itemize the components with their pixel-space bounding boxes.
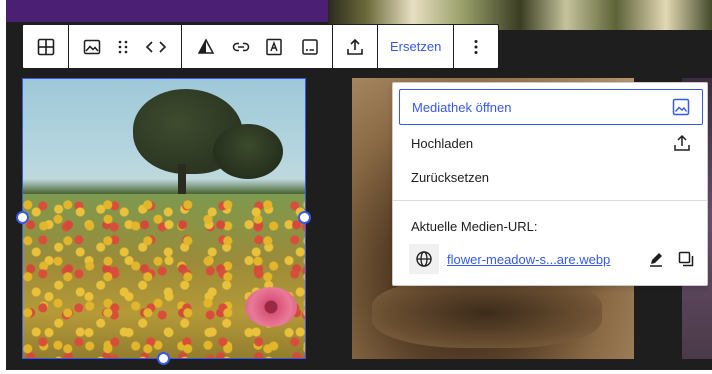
block-toolbar: Ersetzen	[22, 24, 500, 69]
menu-item-reset[interactable]: Zurücksetzen	[399, 159, 703, 195]
upload-icon	[673, 134, 691, 152]
toolbar-group-ersetzen: Ersetzen	[378, 25, 455, 68]
text-overlay-button[interactable]	[256, 25, 292, 68]
image-pink-flower	[245, 287, 297, 327]
gallery-parent-button[interactable]	[23, 25, 68, 68]
media-library-icon	[672, 98, 690, 116]
more-vertical-icon	[466, 37, 486, 57]
edit-url-button[interactable]	[647, 250, 665, 268]
copy-icon	[677, 250, 695, 268]
selected-image-flower-meadow[interactable]	[22, 78, 306, 359]
toolbar-group-replace	[333, 25, 378, 68]
menu-item-label: Mediathek öffnen	[412, 99, 512, 115]
upload-toolbar-button[interactable]	[333, 25, 377, 68]
resize-handle-right[interactable]	[298, 211, 311, 224]
more-options-button[interactable]	[454, 25, 498, 68]
resize-handle-bottom[interactable]	[157, 352, 170, 365]
duotone-icon	[196, 37, 216, 57]
gallery-grid-icon	[36, 37, 56, 57]
upload-icon	[345, 37, 365, 57]
chevron-left-right-icon	[144, 37, 168, 57]
drag-handle-icon	[116, 37, 130, 57]
block-type-button[interactable]	[73, 25, 111, 68]
menu-item-open-media-library[interactable]: Mediathek öffnen	[399, 89, 703, 125]
duotone-button[interactable]	[186, 25, 226, 68]
toolbar-group-block	[69, 25, 182, 68]
toolbar-group-tools	[182, 25, 333, 68]
caption-button[interactable]	[292, 25, 328, 68]
image-sepia-detail	[372, 278, 602, 348]
resize-handle-left[interactable]	[16, 211, 29, 224]
pencil-icon	[647, 250, 665, 268]
toolbar-group-parent	[23, 25, 69, 68]
menu-divider	[393, 200, 707, 201]
replace-media-popover: Mediathek öffnen Hochladen Zurücksetzen …	[392, 82, 708, 286]
link-icon	[231, 37, 251, 57]
menu-item-upload[interactable]: Hochladen	[399, 125, 703, 161]
text-overlay-icon	[264, 37, 284, 57]
menu-item-label: Zurücksetzen	[411, 169, 490, 185]
copy-url-button[interactable]	[677, 250, 695, 268]
drag-handle-button[interactable]	[111, 25, 135, 68]
purple-banner	[6, 0, 328, 22]
menu-item-label: Hochladen	[411, 135, 474, 151]
caption-icon	[300, 37, 320, 57]
current-media-url-row: flower-meadow-s...are.webp	[409, 244, 695, 274]
move-button[interactable]	[135, 25, 177, 68]
replace-button[interactable]: Ersetzen	[378, 25, 453, 68]
image-icon	[82, 37, 102, 57]
image-tree-small	[213, 124, 283, 179]
current-media-url-link[interactable]: flower-meadow-s...are.webp	[447, 252, 610, 267]
toolbar-group-options	[454, 25, 498, 68]
url-actions	[647, 250, 695, 268]
link-button[interactable]	[226, 25, 256, 68]
image-meadow	[23, 194, 305, 358]
globe-icon	[409, 244, 439, 274]
current-media-url-label: Aktuelle Medien-URL:	[411, 219, 538, 234]
